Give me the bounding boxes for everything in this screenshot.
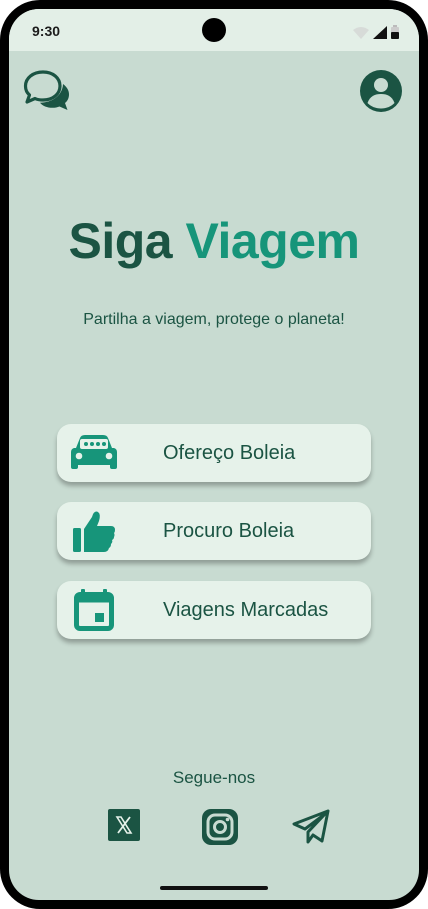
search-ride-button[interactable]: Procuro Boleia: [57, 502, 371, 560]
telegram-social-button[interactable]: [292, 809, 330, 849]
search-ride-label: Procuro Boleia: [163, 519, 295, 542]
home-indicator[interactable]: [160, 886, 268, 890]
follow-us-label: Segue-nos: [172, 768, 256, 787]
status-time: 9:30: [32, 23, 61, 39]
chat-bubbles-icon: [23, 70, 69, 110]
battery-icon: [391, 25, 399, 39]
offer-ride-button[interactable]: Ofereço Boleia: [57, 424, 371, 482]
profile-button[interactable]: [359, 69, 403, 117]
account-circle-icon: [360, 70, 402, 112]
app-logo-text: Siga Viagem: [9, 212, 419, 270]
status-bar: 9:30: [9, 9, 419, 51]
status-icons: [353, 25, 399, 39]
instagram-icon: [202, 809, 238, 845]
x-icon: [108, 809, 140, 841]
calendar-icon: [74, 589, 114, 631]
brand-word-viagem: Viagem: [185, 213, 360, 269]
tagline: Partilha a viagem, protege o planeta!: [83, 311, 345, 328]
car-icon: [71, 435, 117, 469]
chat-button[interactable]: [23, 69, 71, 117]
x-social-button[interactable]: [108, 809, 140, 845]
instagram-social-button[interactable]: [202, 809, 238, 849]
camera-cutout: [202, 18, 226, 42]
thumbs-up-icon: [73, 511, 115, 552]
offer-ride-label: Ofereço Boleia: [163, 441, 296, 464]
telegram-icon: [292, 809, 330, 844]
app-screen: 9:30 Siga Viagem Partilha a viagem, prot…: [9, 9, 419, 900]
signal-icon: [373, 26, 387, 39]
phone-frame: 9:30 Siga Viagem Partilha a viagem, prot…: [0, 0, 428, 909]
booked-trips-label: Viagens Marcadas: [163, 598, 329, 621]
brand-word-siga: Siga: [68, 213, 173, 269]
booked-trips-button[interactable]: Viagens Marcadas: [57, 581, 371, 639]
wifi-icon: [353, 27, 369, 39]
